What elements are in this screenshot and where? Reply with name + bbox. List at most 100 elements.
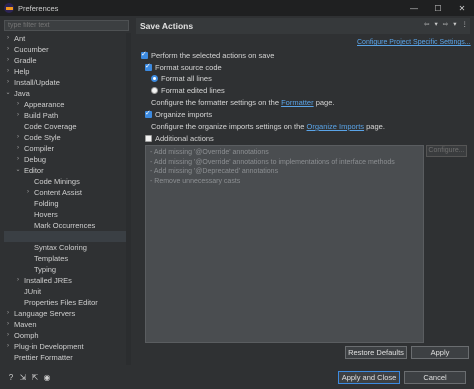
chevron-right-icon[interactable]: ›: [4, 319, 12, 330]
tree-item[interactable]: [4, 231, 130, 242]
chevron-right-icon[interactable]: ›: [4, 308, 12, 319]
filter-input[interactable]: [4, 20, 129, 31]
back-menu-icon[interactable]: ▾: [434, 20, 437, 28]
title-bar: Preferences — ☐ ✕: [0, 0, 474, 16]
tree-item[interactable]: › Help: [4, 66, 130, 77]
tree-item[interactable]: Code Coverage: [4, 121, 130, 132]
tree-item[interactable]: › Code Style: [4, 132, 130, 143]
tree-item[interactable]: Typing: [4, 264, 130, 275]
organize-imports-link[interactable]: Organize Imports: [307, 122, 365, 131]
view-menu-icon[interactable]: ⋮: [462, 20, 469, 28]
radio-unselected-icon: [151, 87, 158, 94]
tree-item[interactable]: › Installed JREs: [4, 275, 130, 286]
chevron-right-icon[interactable]: ›: [4, 33, 12, 44]
tree-item-label: Language Servers: [14, 309, 76, 318]
forward-arrow-icon[interactable]: ⇨: [443, 20, 448, 28]
tree-item-label: JUnit: [24, 287, 42, 296]
tree-item-label: Syntax Coloring: [34, 243, 87, 252]
additional-actions-label: Additional actions: [155, 134, 214, 143]
chevron-down-icon[interactable]: ⌄: [14, 165, 22, 176]
format-all-radio[interactable]: Format all lines: [151, 74, 212, 83]
radio-selected-icon: [151, 75, 158, 82]
tree-item[interactable]: Hovers: [4, 209, 130, 220]
tree-item[interactable]: ⌄ Java: [4, 88, 130, 99]
tree-item-label: Templates: [34, 254, 69, 263]
list-item: - Remove unnecessary casts: [150, 177, 241, 185]
tree-item[interactable]: Properties Files Editor: [4, 297, 130, 308]
tree-item[interactable]: › Plug-in Development: [4, 341, 130, 352]
tree-item-label: Build Path: [24, 111, 59, 120]
chevron-right-icon[interactable]: ›: [4, 77, 12, 88]
organize-imports-checkbox[interactable]: Organize imports: [145, 109, 212, 119]
tree-item[interactable]: Syntax Coloring: [4, 242, 130, 253]
tree-item[interactable]: › Gradle: [4, 55, 130, 66]
configure-button[interactable]: Configure...: [426, 145, 467, 157]
back-arrow-icon[interactable]: ⇦: [424, 20, 429, 28]
chevron-right-icon[interactable]: ›: [4, 330, 12, 341]
tree-item-label: Cucumber: [14, 45, 49, 54]
chevron-right-icon[interactable]: ›: [14, 132, 22, 143]
tree-item[interactable]: › Maven: [4, 319, 130, 330]
chevron-right-icon[interactable]: ›: [24, 187, 32, 198]
tree-item[interactable]: Code Minings: [4, 176, 130, 187]
chevron-right-icon[interactable]: ›: [14, 110, 22, 121]
format-edited-label: Format edited lines: [161, 86, 225, 95]
chevron-right-icon[interactable]: ›: [14, 275, 22, 286]
tree-item-label: Prettier Formatter: [14, 353, 73, 362]
apply-and-close-button[interactable]: Apply and Close: [338, 371, 400, 384]
format-source-label: Format source code: [155, 63, 222, 72]
export-icon[interactable]: ⇱: [31, 374, 39, 382]
tree-item[interactable]: › Ant: [4, 33, 130, 44]
formatter-link[interactable]: Formatter: [281, 98, 314, 107]
tree-item[interactable]: Prettier Formatter: [4, 352, 130, 363]
format-source-checkbox[interactable]: Format source code: [145, 62, 222, 72]
chevron-right-icon[interactable]: ›: [4, 341, 12, 352]
chevron-down-icon[interactable]: ⌄: [4, 88, 12, 99]
tree-item-label: Code Coverage: [24, 122, 77, 131]
restore-defaults-button[interactable]: Restore Defaults: [345, 346, 407, 359]
chevron-right-icon[interactable]: ›: [14, 143, 22, 154]
apply-button[interactable]: Apply: [411, 346, 469, 359]
tree-item[interactable]: ⌄ Editor: [4, 165, 130, 176]
preferences-icon[interactable]: ◉: [43, 374, 51, 382]
format-edited-radio[interactable]: Format edited lines: [151, 86, 225, 95]
tree-item[interactable]: Folding: [4, 198, 130, 209]
tree-item[interactable]: › Oomph: [4, 330, 130, 341]
organize-prefix: Configure the organize imports settings …: [151, 122, 305, 131]
tree-item[interactable]: › Content Assist: [4, 187, 130, 198]
list-item: - Add missing '@Override' annotations to…: [150, 158, 395, 166]
forward-menu-icon[interactable]: ▾: [453, 20, 456, 28]
tree-item[interactable]: Mark Occurrences: [4, 220, 130, 231]
tree-scrollbar[interactable]: [126, 33, 131, 365]
tree-item[interactable]: › Compiler: [4, 143, 130, 154]
additional-actions-checkbox[interactable]: Additional actions: [145, 134, 214, 143]
tree-item[interactable]: › Install/Update: [4, 77, 130, 88]
tree-item[interactable]: › Appearance: [4, 99, 130, 110]
chevron-right-icon[interactable]: ›: [14, 99, 22, 110]
tree-item[interactable]: › Debug: [4, 154, 130, 165]
formatter-suffix: page.: [315, 98, 335, 107]
perform-actions-checkbox[interactable]: Perform the selected actions on save: [141, 50, 275, 60]
tree-item[interactable]: JUnit: [4, 286, 130, 297]
perform-actions-label: Perform the selected actions on save: [151, 51, 275, 60]
import-icon[interactable]: ⇲: [19, 374, 27, 382]
page-title: Save Actions: [140, 21, 194, 31]
chevron-right-icon[interactable]: ›: [14, 154, 22, 165]
checkbox-checked-icon: [145, 109, 152, 118]
chevron-right-icon[interactable]: ›: [4, 55, 12, 66]
configure-project-settings-link[interactable]: Configure Project Specific Settings...: [357, 39, 471, 46]
tree-item[interactable]: Templates: [4, 253, 130, 264]
tree-item[interactable]: › Cucumber: [4, 44, 130, 55]
chevron-right-icon[interactable]: ›: [4, 44, 12, 55]
tree-item[interactable]: › Language Servers: [4, 308, 130, 319]
tree-item-label: Appearance: [24, 100, 65, 109]
tree-item-label: Maven: [14, 320, 37, 329]
tree-item-label: Code Style: [24, 133, 61, 142]
minimize-button[interactable]: —: [402, 0, 426, 16]
maximize-button[interactable]: ☐: [426, 0, 450, 16]
chevron-right-icon[interactable]: ›: [4, 66, 12, 77]
help-icon[interactable]: ?: [7, 374, 15, 382]
close-button[interactable]: ✕: [450, 0, 474, 16]
tree-item[interactable]: › Build Path: [4, 110, 130, 121]
cancel-button[interactable]: Cancel: [404, 371, 466, 384]
